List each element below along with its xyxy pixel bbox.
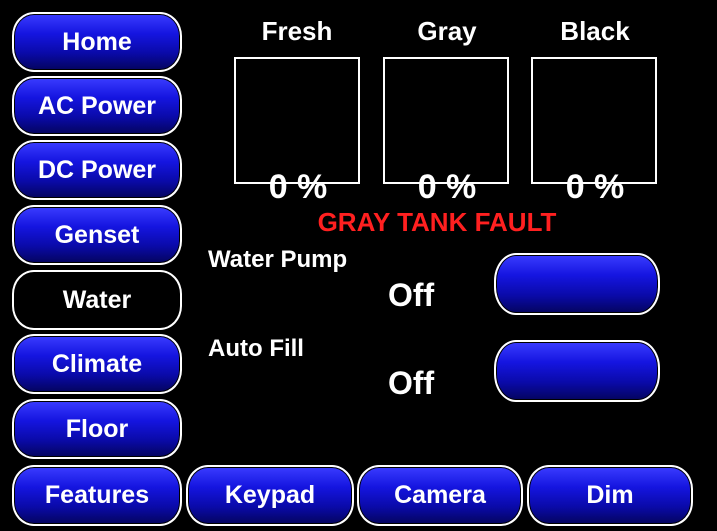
- auto-fill-toggle-button[interactable]: [494, 340, 660, 402]
- nav-home-button[interactable]: Home: [12, 12, 182, 72]
- water-pump-toggle-button[interactable]: [494, 253, 660, 315]
- tank-level-gray: 0 %: [417, 168, 477, 206]
- tank-label-gray: Gray: [417, 16, 477, 46]
- tank-label-black: Black: [560, 16, 630, 46]
- tank-label-fresh: Fresh: [261, 16, 333, 46]
- tank-gauge-black: [531, 57, 657, 184]
- dim-button[interactable]: Dim: [527, 465, 693, 526]
- auto-fill-state: Off: [388, 365, 435, 401]
- water-pump-label: Water Pump: [208, 246, 348, 273]
- tank-gauge-gray: [383, 57, 509, 184]
- nav-climate-button[interactable]: Climate: [12, 334, 182, 394]
- camera-button[interactable]: Camera: [357, 465, 523, 526]
- nav-water-button[interactable]: Water: [12, 270, 182, 330]
- nav-dc-power-button[interactable]: DC Power: [12, 140, 182, 200]
- water-pump-state: Off: [388, 277, 435, 313]
- nav-floor-button[interactable]: Floor: [12, 399, 182, 459]
- tank-level-fresh: 0 %: [268, 168, 328, 206]
- nav-features-button[interactable]: Features: [12, 465, 182, 526]
- keypad-button[interactable]: Keypad: [186, 465, 354, 526]
- fault-message: GRAY TANK FAULT: [317, 207, 557, 237]
- auto-fill-label: Auto Fill: [208, 335, 304, 362]
- nav-genset-button[interactable]: Genset: [12, 205, 182, 265]
- tank-level-black: 0 %: [565, 168, 625, 206]
- nav-ac-power-button[interactable]: AC Power: [12, 76, 182, 136]
- tank-gauge-fresh: [234, 57, 360, 184]
